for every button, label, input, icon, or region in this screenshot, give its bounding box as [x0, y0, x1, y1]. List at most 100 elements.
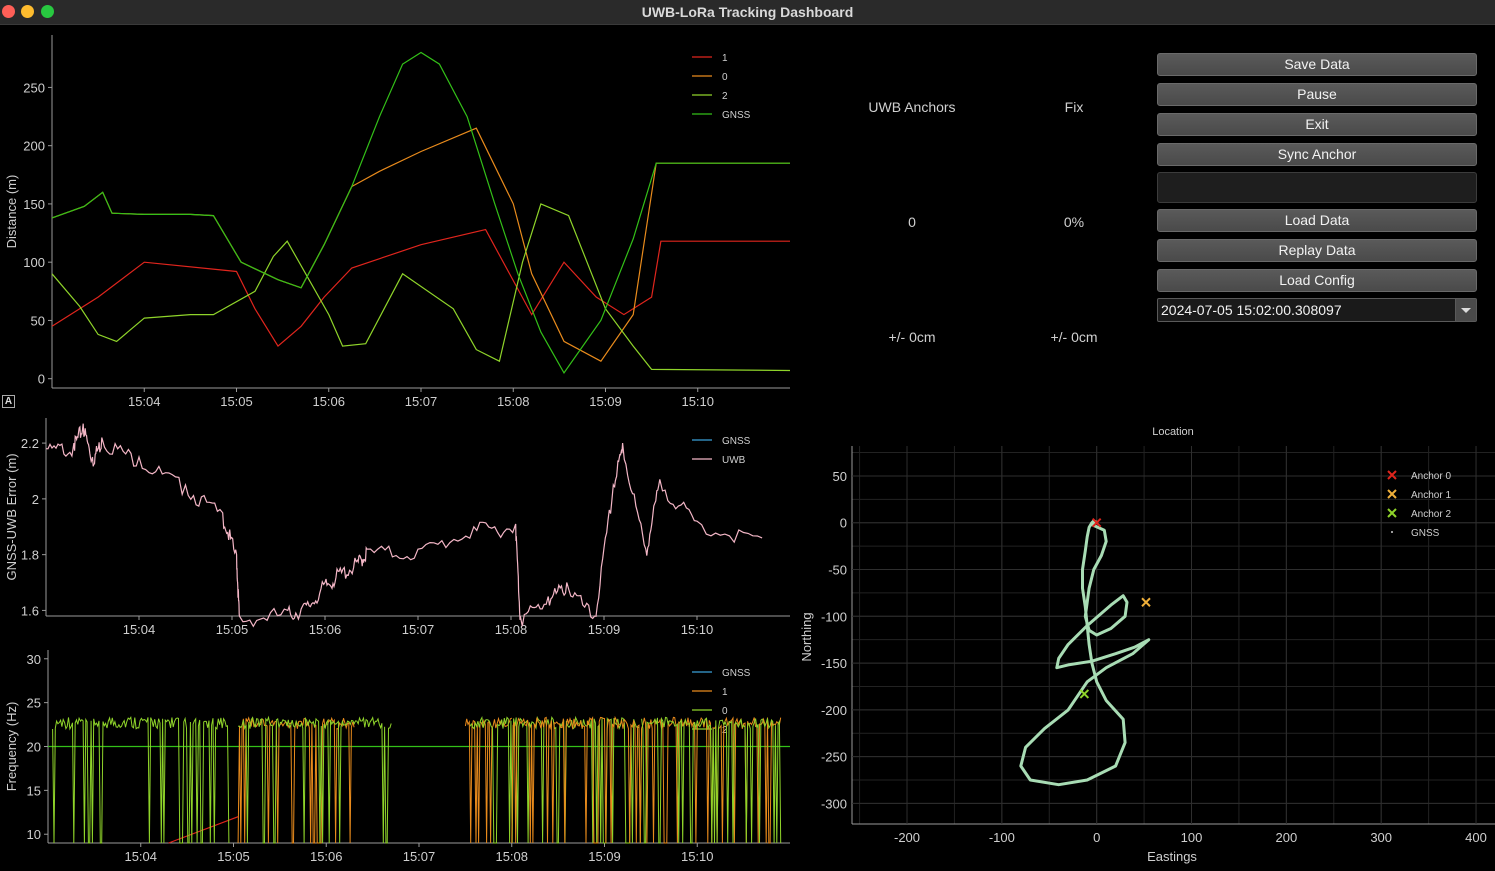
legend-label-2: 2	[722, 725, 728, 736]
y-tick-label: -100	[821, 609, 847, 624]
y-axis-label: Frequency (Hz)	[4, 702, 19, 792]
legend-label-2: Anchor 2	[1411, 509, 1451, 520]
y-tick-label: 150	[23, 197, 45, 212]
legend-label-gnss: GNSS	[722, 436, 751, 447]
y-tick-label: 15	[27, 783, 41, 798]
x-tick-label: 15:05	[216, 622, 249, 637]
y-axis-label: Northing	[800, 612, 814, 661]
chart-title: Location	[1152, 426, 1194, 438]
series-line-1	[168, 816, 239, 844]
anchors-precision: +/- 0cm	[888, 329, 936, 345]
x-tick-label: 0	[1093, 830, 1100, 845]
frequency-chart[interactable]: 101520253015:04 15:05 15:06 15:07 15:08 15:09…	[0, 638, 800, 871]
y-tick-label: 20	[27, 740, 41, 755]
y-tick-label: 100	[23, 255, 45, 270]
series-line-2	[51, 203, 791, 372]
window-title: UWB-LoRa Tracking Dashboard	[641, 4, 854, 20]
frequency-trace	[52, 716, 230, 844]
x-tick-label: 15:07	[403, 849, 436, 864]
anchors-header: UWB Anchors	[868, 99, 956, 115]
y-tick-label: 200	[23, 139, 45, 154]
y-tick-label: 50	[31, 313, 45, 328]
y-tick-label: 30	[27, 652, 41, 667]
fix-precision: +/- 0cm	[1050, 329, 1098, 345]
y-tick-label: -250	[821, 750, 847, 765]
y-tick-label: 25	[27, 696, 41, 711]
x-tick-label: -100	[989, 830, 1015, 845]
x-tick-label: 15:05	[220, 394, 253, 409]
pause-button[interactable]: Pause	[1157, 83, 1477, 106]
legend-swatch-0	[1387, 470, 1397, 480]
location-chart[interactable]: Location 50 0 -50 -100 -150 -200 -250 -300 -200 -1…	[800, 420, 1495, 871]
chevron-down-icon[interactable]	[1455, 299, 1476, 321]
x-tick-label: 15:04	[123, 622, 156, 637]
x-tick-label: 15:07	[405, 394, 438, 409]
y-tick-label: 50	[833, 469, 847, 484]
x-tick-label: 15:06	[309, 622, 342, 637]
y-axis-label: GNSS-UWB Error (m)	[4, 453, 19, 580]
sync-anchor-button[interactable]: Sync Anchor	[1157, 143, 1477, 166]
replay-data-button[interactable]: Replay Data	[1157, 239, 1477, 262]
legend-label-0: 0	[722, 72, 728, 83]
anchor-marker-1	[1141, 597, 1151, 607]
legend-swatch-2	[1387, 508, 1397, 518]
legend-label-1: 1	[722, 687, 728, 698]
gnss-track	[1019, 519, 1151, 787]
y-tick-label: 2.2	[21, 436, 39, 451]
timestamp-value: 2024-07-05 15:02:00.308097	[1161, 302, 1342, 318]
x-tick-label: 100	[1181, 830, 1203, 845]
x-tick-label: 15:08	[497, 394, 530, 409]
legend-label-1: Anchor 1	[1411, 490, 1451, 501]
x-tick-label: 15:07	[402, 622, 435, 637]
series-line-gnss	[51, 51, 790, 375]
y-tick-label: 2	[32, 492, 39, 507]
y-tick-label: -300	[821, 796, 847, 811]
error-chart[interactable]: 1.61.822.215:04 15:05 15:06 15:07 15:08 15:09…	[0, 410, 800, 638]
fix-header: Fix	[1064, 99, 1084, 115]
y-tick-label: -150	[821, 656, 847, 671]
legend-label-uwb: UWB	[722, 455, 746, 466]
x-tick-label: 200	[1276, 830, 1298, 845]
legend-swatch-1	[1387, 489, 1397, 499]
legend-label-3: GNSS	[1411, 528, 1440, 539]
x-tick-label: 15:06	[312, 394, 345, 409]
x-tick-label: 15:10	[681, 394, 714, 409]
legend-swatch-gnss	[1391, 531, 1393, 533]
y-tick-label: 0	[38, 372, 45, 387]
save-data-button[interactable]: Save Data	[1157, 53, 1477, 76]
y-tick-label: 1.6	[21, 603, 39, 618]
x-axis-label: Eastings	[1147, 849, 1197, 864]
y-tick-label: 0	[840, 516, 847, 531]
x-tick-label: 400	[1465, 830, 1487, 845]
x-tick-label: 15:06	[310, 849, 343, 864]
x-tick-label: 15:09	[588, 849, 621, 864]
legend-label-gnss: GNSS	[722, 668, 751, 679]
y-tick-label: -200	[821, 703, 847, 718]
x-tick-label: -200	[894, 830, 920, 845]
exit-button[interactable]: Exit	[1157, 113, 1477, 136]
x-tick-label: 15:10	[681, 622, 714, 637]
legend-label-1: 1	[722, 53, 728, 64]
autorange-button[interactable]: A	[2, 395, 15, 408]
series-line-1	[51, 228, 790, 348]
legend-label-0: 0	[722, 706, 728, 717]
x-tick-label: 15:09	[589, 394, 622, 409]
legend-label-2: 2	[722, 91, 728, 102]
title-bar: UWB-LoRa Tracking Dashboard	[0, 0, 1495, 25]
load-config-button[interactable]: Load Config	[1157, 269, 1477, 292]
x-tick-label: 15:09	[588, 622, 621, 637]
x-tick-label: 15:10	[681, 849, 714, 864]
timestamp-select[interactable]: 2024-07-05 15:02:00.308097	[1157, 298, 1477, 322]
distance-chart[interactable]: 0 50 100 150 200 250 15:04 15:05 15:06 15:07 15:08…	[0, 25, 800, 410]
frequency-trace	[464, 716, 513, 844]
anchors-count: 0	[908, 214, 916, 230]
x-tick-label: 300	[1370, 830, 1392, 845]
x-tick-label: 15:05	[217, 849, 250, 864]
y-tick-label: -50	[828, 563, 847, 578]
load-data-button[interactable]: Load Data	[1157, 209, 1477, 232]
legend-label-gnss: GNSS	[722, 110, 751, 121]
y-tick-label: 1.8	[21, 548, 39, 563]
y-tick-label: 10	[27, 827, 41, 842]
y-tick-label: 250	[23, 80, 45, 95]
frequency-trace	[469, 715, 643, 844]
